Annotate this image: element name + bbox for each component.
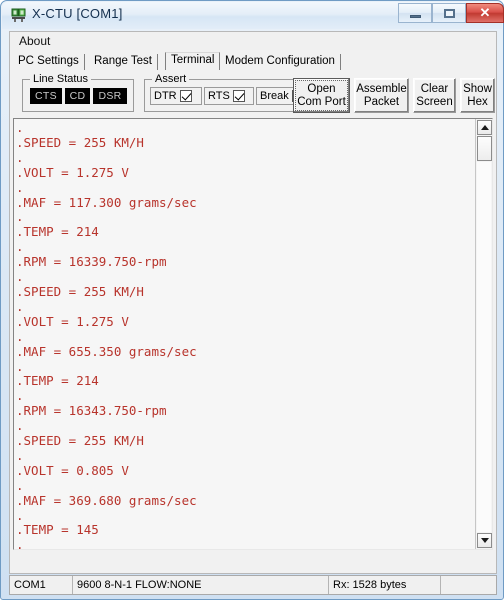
clear-screen-label-line1: Clear	[420, 82, 449, 95]
clear-screen-label-line2: Screen	[416, 95, 453, 108]
close-icon: ✕	[479, 5, 491, 20]
tab-terminal[interactable]: Terminal	[165, 52, 221, 70]
close-button[interactable]: ✕	[466, 3, 504, 23]
minimize-button[interactable]	[398, 3, 432, 23]
scrollbar-track[interactable]	[477, 162, 491, 532]
open-com-port-label-line2: Com Port	[297, 95, 346, 108]
status-port: COM1	[10, 576, 73, 594]
menu-item-about[interactable]: About	[15, 34, 54, 48]
tab-strip: PC Settings Range Test Terminal Modem Co…	[13, 52, 495, 70]
assemble-packet-label-line2: Packet	[363, 95, 400, 108]
tab-modem-configuration[interactable]: Modem Configuration	[220, 54, 341, 70]
assert-rts-label: RTS	[208, 90, 230, 102]
clear-screen-button[interactable]: Clear Screen	[413, 78, 456, 113]
menu-bar: About	[9, 31, 497, 50]
open-com-port-label-line1: Open	[307, 82, 336, 95]
assert-title: Assert	[152, 73, 190, 85]
assemble-packet-label-line1: Assemble	[356, 82, 407, 95]
assert-dtr-checkbox[interactable]	[179, 90, 192, 102]
maximize-button[interactable]	[432, 3, 466, 23]
assert-rts-item[interactable]: RTS	[204, 87, 254, 105]
terminal-output-area[interactable]: . .SPEED = 255 KM/H . .VOLT = 1.275 V . …	[13, 118, 493, 550]
title-bar[interactable]: X-CTU [COM1] ✕	[2, 2, 504, 29]
scrollbar-thumb[interactable]	[477, 136, 492, 161]
chip-icon	[10, 7, 27, 24]
window-title: X-CTU [COM1]	[32, 6, 123, 21]
line-status-group: Line Status CTS CD DSR	[22, 73, 134, 112]
led-cd: CD	[65, 88, 90, 104]
status-config: 9600 8-N-1 FLOW:NONE	[73, 576, 329, 594]
minimize-icon	[399, 4, 431, 22]
open-com-port-button[interactable]: Open Com Port	[293, 78, 350, 113]
terminal-text[interactable]: . .SPEED = 255 KM/H . .VOLT = 1.275 V . …	[16, 119, 468, 549]
led-dsr: DSR	[93, 88, 127, 104]
status-bar: COM1 9600 8-N-1 FLOW:NONE Rx: 1528 bytes	[9, 575, 497, 595]
assert-rts-checkbox[interactable]	[232, 90, 245, 102]
show-hex-label-line1: Show	[463, 82, 492, 95]
tab-pc-settings[interactable]: PC Settings	[13, 54, 85, 70]
assert-dtr-label: DTR	[154, 90, 177, 102]
assert-dtr-item[interactable]: DTR	[150, 87, 202, 105]
show-hex-label-line2: Hex	[467, 95, 488, 108]
assert-group: Assert DTR RTS Break	[144, 73, 316, 112]
led-cts: CTS	[30, 88, 62, 104]
scroll-down-icon[interactable]	[477, 533, 492, 548]
assemble-packet-button[interactable]: Assemble Packet	[354, 78, 409, 113]
application-window: X-CTU [COM1] ✕ About PC Settings Range T…	[0, 0, 504, 600]
show-hex-button[interactable]: Show Hex	[460, 78, 495, 113]
tab-range-test[interactable]: Range Test	[89, 54, 158, 70]
status-extra	[441, 576, 496, 594]
maximize-icon	[433, 4, 465, 22]
status-rx: Rx: 1528 bytes	[329, 576, 441, 594]
scroll-up-icon[interactable]	[477, 120, 492, 135]
client-area: PC Settings Range Test Terminal Modem Co…	[9, 50, 497, 574]
terminal-scrollbar[interactable]	[475, 119, 492, 549]
line-status-title: Line Status	[30, 73, 92, 85]
assert-break-label: Break	[260, 90, 289, 102]
